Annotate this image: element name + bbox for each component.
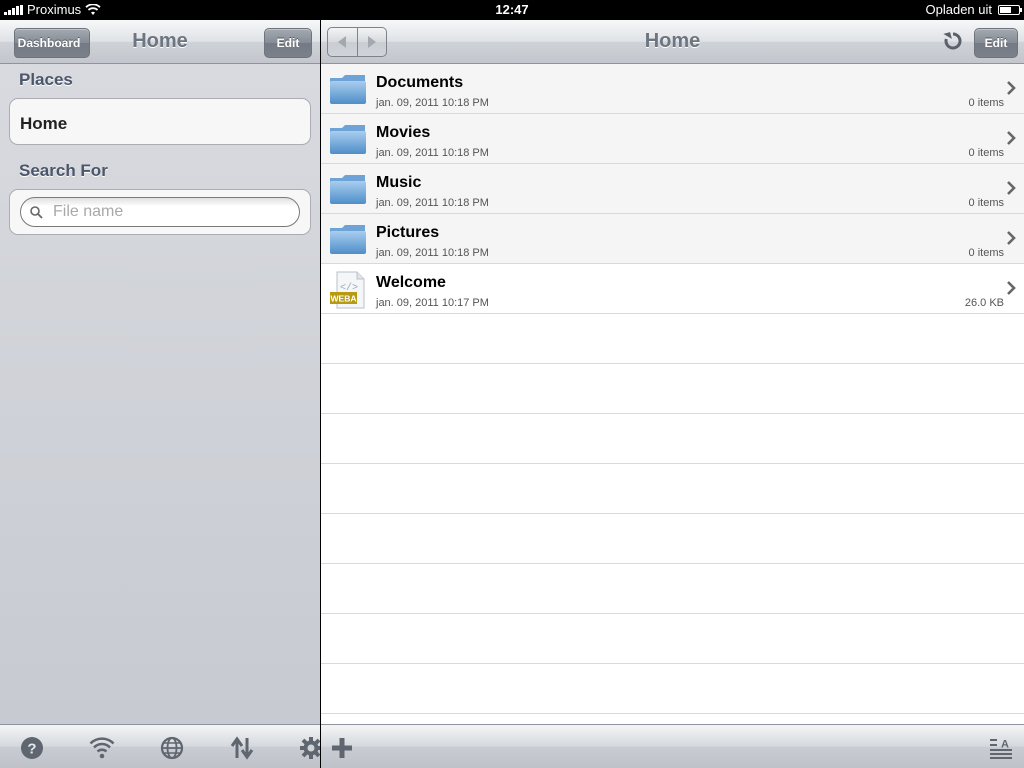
wifi-icon[interactable] bbox=[89, 735, 115, 761]
svg-text:A: A bbox=[1001, 739, 1009, 751]
file-name: Welcome bbox=[376, 274, 446, 291]
chevron-right-icon bbox=[1007, 231, 1016, 245]
search-heading: Search For bbox=[19, 161, 108, 180]
sidebar-toolbar: ? bbox=[0, 724, 322, 768]
empty-row bbox=[321, 464, 1024, 514]
add-icon[interactable] bbox=[329, 735, 355, 761]
file-info: 0 items bbox=[968, 147, 1004, 159]
search-group bbox=[9, 189, 311, 235]
file-browser-title: Home bbox=[644, 30, 701, 52]
file-name: Documents bbox=[376, 74, 464, 91]
chevron-right-icon bbox=[1007, 131, 1016, 145]
file-info: 0 items bbox=[968, 197, 1004, 209]
empty-row bbox=[321, 414, 1024, 464]
battery-status-text: Opladen uit bbox=[925, 2, 993, 17]
sidebar-panel: Dashboard Home Edit Places Home Search F… bbox=[0, 20, 322, 768]
sort-arrows-icon[interactable] bbox=[229, 735, 255, 761]
file-date: jan. 09, 2011 10:18 PM bbox=[376, 197, 489, 209]
empty-row bbox=[321, 364, 1024, 414]
file-date: jan. 09, 2011 10:17 PM bbox=[376, 297, 489, 309]
empty-row bbox=[321, 664, 1024, 714]
file-row-movies[interactable]: Movies jan. 09, 2011 10:18 PM 0 items bbox=[321, 114, 1024, 164]
empty-row bbox=[321, 564, 1024, 614]
file-browser-toolbar: A bbox=[321, 724, 1024, 768]
file-edit-button[interactable]: Edit bbox=[974, 28, 1018, 58]
empty-row bbox=[321, 514, 1024, 564]
folder-icon bbox=[330, 225, 366, 254]
clock: 12:47 bbox=[495, 2, 529, 17]
file-date: jan. 09, 2011 10:18 PM bbox=[376, 97, 489, 109]
file-row-pictures[interactable]: Pictures jan. 09, 2011 10:18 PM 0 items bbox=[321, 214, 1024, 264]
search-field[interactable] bbox=[20, 197, 300, 227]
folder-icon bbox=[330, 125, 366, 154]
file-browser-panel: Home Edit Documents jan. 09, 2011 10:18 … bbox=[321, 20, 1024, 768]
file-row-documents[interactable]: Documents jan. 09, 2011 10:18 PM 0 items bbox=[321, 64, 1024, 114]
search-input[interactable] bbox=[53, 203, 283, 221]
file-list: Documents jan. 09, 2011 10:18 PM 0 items… bbox=[321, 64, 1024, 714]
file-browser-navbar: Home Edit bbox=[321, 20, 1024, 64]
refresh-icon[interactable] bbox=[942, 30, 964, 52]
file-name: Music bbox=[376, 174, 422, 191]
folder-icon bbox=[330, 175, 366, 204]
file-info: 0 items bbox=[968, 97, 1004, 109]
file-date: jan. 09, 2011 10:18 PM bbox=[376, 147, 489, 159]
file-info: 0 items bbox=[968, 247, 1004, 259]
chevron-right-icon bbox=[1007, 81, 1016, 95]
search-icon bbox=[30, 206, 43, 219]
sort-icon[interactable]: A bbox=[988, 735, 1014, 761]
sidebar-edit-button[interactable]: Edit bbox=[264, 28, 312, 58]
file-row-music[interactable]: Music jan. 09, 2011 10:18 PM 0 items bbox=[321, 164, 1024, 214]
empty-row bbox=[321, 314, 1024, 364]
sidebar-navbar: Dashboard Home Edit bbox=[0, 20, 320, 64]
chevron-right-icon bbox=[1007, 181, 1016, 195]
battery-icon bbox=[998, 4, 1022, 15]
weba-badge-text: WEBA bbox=[331, 294, 357, 304]
empty-row bbox=[321, 614, 1024, 664]
file-date: jan. 09, 2011 10:18 PM bbox=[376, 247, 489, 259]
globe-icon[interactable] bbox=[159, 735, 185, 761]
status-bar: Proximus 12:47 Opladen uit bbox=[0, 0, 1024, 20]
svg-text:?: ? bbox=[27, 741, 36, 758]
places-heading: Places bbox=[19, 70, 73, 89]
file-name: Pictures bbox=[376, 224, 440, 241]
chevron-right-icon bbox=[1007, 281, 1016, 295]
file-name: Movies bbox=[376, 124, 431, 141]
help-icon[interactable]: ? bbox=[19, 735, 45, 761]
file-info: 26.0 KB bbox=[964, 297, 1004, 309]
folder-icon bbox=[330, 75, 366, 104]
battery-info: Opladen uit bbox=[925, 2, 1022, 17]
place-item-home[interactable]: Home bbox=[9, 98, 311, 145]
weba-file-icon: </> WEBA bbox=[330, 271, 365, 309]
file-row-welcome[interactable]: </> WEBA Welcome jan. 09, 2011 10:17 PM … bbox=[321, 264, 1024, 314]
